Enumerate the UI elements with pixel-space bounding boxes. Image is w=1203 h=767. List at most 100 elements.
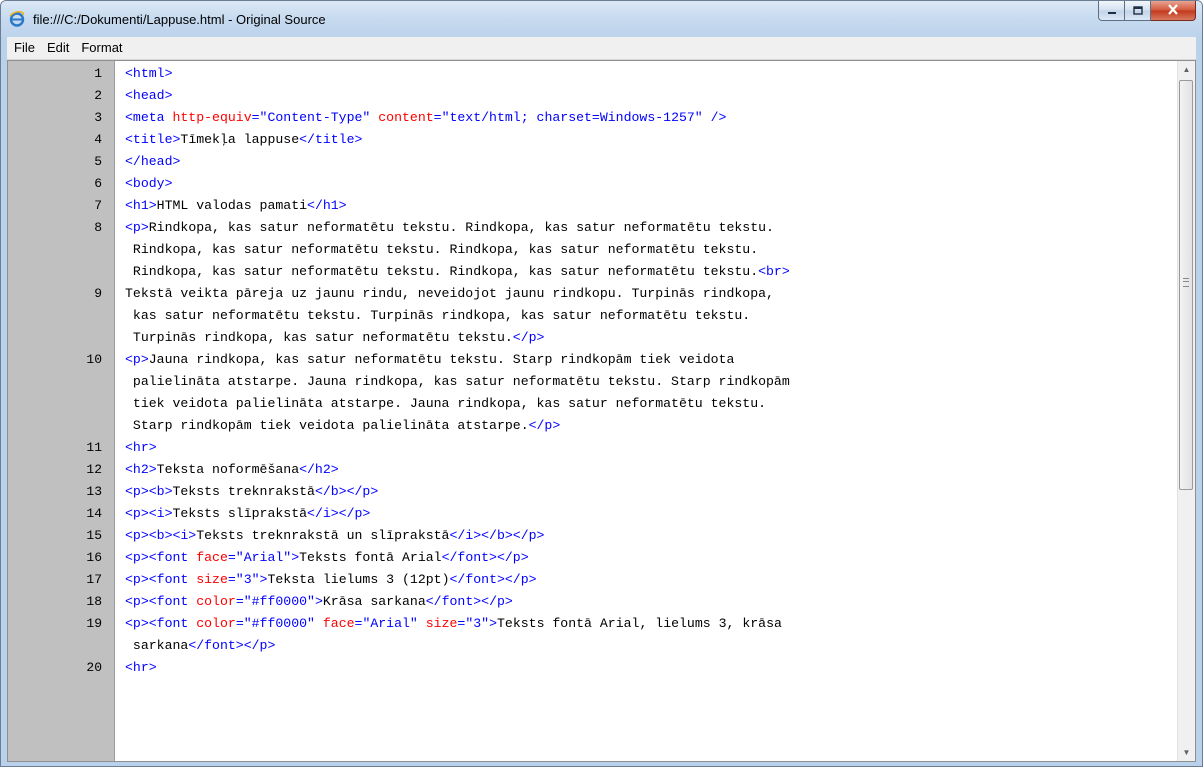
line-text: <h1>HTML valodas pamati</h1> [114, 195, 347, 217]
html-tag-token: <p><font [125, 550, 197, 565]
line-text: <p><b><i>Teksts treknrakstā un slīprakst… [114, 525, 544, 547]
line-number: 9 [94, 286, 102, 301]
html-tag-token: <p> [125, 220, 149, 235]
source-line: 12 <h2>Teksta noformēšana</h2> [8, 459, 1177, 481]
html-tag-token: </p> [528, 418, 561, 433]
html-tag-token: <p><b> [125, 484, 173, 499]
source-line: 7 <h1>HTML valodas pamati</h1> [8, 195, 1177, 217]
menu-edit[interactable]: Edit [42, 37, 74, 59]
line-text: <hr> [114, 657, 157, 679]
line-number [8, 261, 114, 283]
text-token: Teksta lielums 3 (12pt) [267, 572, 450, 587]
scroll-up-arrow-icon[interactable]: ▲ [1178, 61, 1195, 78]
line-number: 6 [94, 176, 102, 191]
minimize-button[interactable] [1098, 1, 1125, 21]
source-editor[interactable]: 1 <html> 2 <head> 3 <meta http-equiv="Content… [7, 60, 1196, 762]
line-text: <meta http-equiv="Content-Type" content=… [114, 107, 726, 129]
html-tag-token: ="#ff0000"> [235, 594, 323, 609]
text-token: Tīmekļa lappuse [180, 132, 300, 147]
line-text: <p><font color="#ff0000">Krāsa sarkana</… [114, 591, 513, 613]
line-number [8, 635, 114, 657]
text-token: Starp rindkopām tiek veidota palielināta… [125, 418, 529, 433]
line-number [8, 371, 114, 393]
html-tag-token: </font></p> [188, 638, 276, 653]
text-token: kas satur neformatētu tekstu. Turpinās r… [125, 308, 751, 323]
source-line: 20 <hr> [8, 657, 1177, 679]
line-text: <p><font face="Arial">Teksts fontā Arial… [114, 547, 529, 569]
source-line: Rindkopa, kas satur neformatētu tekstu. … [8, 239, 1177, 261]
line-text: Rindkopa, kas satur neformatētu tekstu. … [114, 239, 758, 261]
maximize-button[interactable] [1125, 1, 1151, 21]
html-tag-token: ="Arial" [354, 616, 426, 631]
internet-explorer-icon [9, 11, 25, 27]
line-number: 15 [86, 528, 102, 543]
html-tag-token: ="#ff0000" [235, 616, 323, 631]
text-token: Rindkopa, kas satur neformatētu tekstu. … [125, 264, 759, 279]
html-tag-token: <p><b><i> [125, 528, 197, 543]
source-line: 3 <meta http-equiv="Content-Type" content… [8, 107, 1177, 129]
line-text: <title>Tīmekļa lappuse</title> [114, 129, 362, 151]
source-line: 14 <p><i>Teksts slīprakstā</i></p> [8, 503, 1177, 525]
source-code[interactable]: 1 <html> 2 <head> 3 <meta http-equiv="Content… [8, 63, 1177, 679]
html-tag-token: <p><i> [125, 506, 173, 521]
close-button[interactable] [1151, 1, 1196, 21]
text-token: Teksts fontā Arial [299, 550, 442, 565]
source-line: Rindkopa, kas satur neformatētu tekstu. … [8, 261, 1177, 283]
source-line: 4 <title>Tīmekļa lappuse</title> [8, 129, 1177, 151]
text-token: Teksts slīprakstā [172, 506, 308, 521]
vertical-scrollbar[interactable]: ▲ ▼ [1177, 61, 1195, 761]
html-tag-token: <html> [125, 66, 173, 81]
html-tag-token: <head> [125, 88, 173, 103]
line-number: 4 [94, 132, 102, 147]
text-token: Rindkopa, kas satur neformatētu tekstu. … [125, 242, 759, 257]
html-tag-token: <title> [125, 132, 181, 147]
html-tag-token: </title> [299, 132, 363, 147]
line-text: <body> [114, 173, 172, 195]
scrollbar-thumb[interactable] [1179, 80, 1193, 490]
line-number: 17 [86, 572, 102, 587]
line-number: 14 [86, 506, 102, 521]
line-text: kas satur neformatētu tekstu. Turpinās r… [114, 305, 750, 327]
html-tag-token: ="Content-Type" [251, 110, 379, 125]
attribute-token: content [378, 110, 434, 125]
html-tag-token: ="3"> [457, 616, 497, 631]
menu-format[interactable]: Format [76, 37, 127, 59]
html-tag-token: ="3"> [227, 572, 268, 587]
menu-bar: File Edit Format [7, 37, 1196, 60]
html-tag-token: <br> [758, 264, 790, 279]
line-text: palielināta atstarpe. Jauna rindkopa, ka… [114, 371, 790, 393]
attribute-token: size [425, 616, 458, 631]
line-text: <p>Jauna rindkopa, kas satur neformatētu… [114, 349, 734, 371]
minimize-icon [1107, 2, 1117, 20]
source-line: kas satur neformatētu tekstu. Turpinās r… [8, 305, 1177, 327]
html-tag-token: <p><font [125, 594, 197, 609]
attribute-token: face [196, 550, 228, 565]
line-text: <p>Rindkopa, kas satur neformatētu tekst… [114, 217, 774, 239]
title-bar[interactable]: file:///C:/Dokumenti/Lappuse.html - Orig… [1, 1, 1202, 37]
html-tag-token: <h1> [125, 198, 157, 213]
html-tag-token: <p><font [125, 572, 197, 587]
attribute-token: color [196, 594, 236, 609]
line-text: Starp rindkopām tiek veidota palielināta… [114, 415, 560, 437]
source-line: 17 <p><font size="3">Teksta lielums 3 (12… [8, 569, 1177, 591]
html-tag-token: <body> [125, 176, 173, 191]
line-number: 7 [94, 198, 102, 213]
line-number: 10 [86, 352, 102, 367]
line-number: 5 [94, 154, 102, 169]
line-number [8, 327, 114, 349]
source-line: 1 <html> [8, 63, 1177, 85]
source-viewer-window: file:///C:/Dokumenti/Lappuse.html - Orig… [0, 0, 1203, 767]
scrollbar-grip-icon [1183, 278, 1189, 287]
text-token: Tekstā veikta pāreja uz jaunu rindu, nev… [125, 286, 774, 301]
attribute-token: face [322, 616, 355, 631]
html-tag-token: <hr> [125, 660, 157, 675]
scroll-down-arrow-icon[interactable]: ▼ [1178, 744, 1195, 761]
html-tag-token: </font></p> [441, 550, 529, 565]
line-text: Rindkopa, kas satur neformatētu tekstu. … [114, 261, 790, 283]
text-token: sarkana [125, 638, 189, 653]
line-number: 18 [86, 594, 102, 609]
source-line: 19 <p><font color="#ff0000" face="Arial" … [8, 613, 1177, 635]
menu-file[interactable]: File [9, 37, 40, 59]
line-number [8, 415, 114, 437]
source-line: 9 Tekstā veikta pāreja uz jaunu rindu, ne… [8, 283, 1177, 305]
